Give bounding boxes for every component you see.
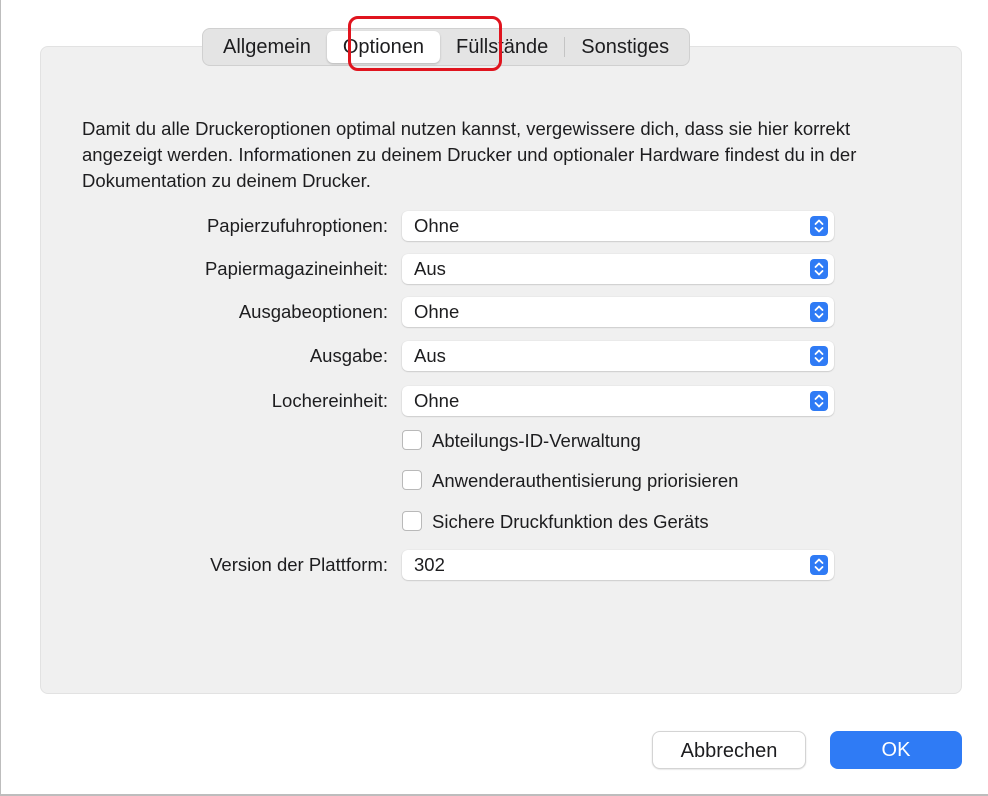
ok-button[interactable]: OK bbox=[830, 731, 962, 769]
platform-version-label: Version der Plattform: bbox=[210, 554, 388, 575]
select-value: Ohne bbox=[414, 390, 460, 411]
up-down-chevron-icon bbox=[810, 555, 828, 575]
tab-allgemein[interactable]: Allgemein bbox=[207, 31, 327, 63]
select-value: Aus bbox=[414, 345, 446, 366]
up-down-chevron-icon bbox=[810, 391, 828, 411]
tab-fuellstaende[interactable]: Füllstände bbox=[440, 31, 564, 63]
paper-cassette-unit-select[interactable]: Aus bbox=[402, 254, 834, 284]
paper-cassette-unit-label: Papiermagazineinheit: bbox=[204, 258, 388, 279]
paper-feed-options-label: Papierzufuhroptionen: bbox=[206, 215, 388, 236]
tab-sonstiges[interactable]: Sonstiges bbox=[565, 31, 685, 63]
output-options-select[interactable]: Ohne bbox=[402, 297, 834, 327]
output-options-label: Ausgabeoptionen: bbox=[238, 301, 388, 322]
user-auth-priority-checkbox[interactable] bbox=[402, 470, 422, 490]
select-value: Ohne bbox=[414, 215, 460, 236]
description-text: Damit du alle Druckeroptionen optimal nu… bbox=[82, 118, 857, 191]
select-value: Aus bbox=[414, 258, 446, 279]
output-label: Ausgabe: bbox=[309, 345, 388, 366]
up-down-chevron-icon bbox=[810, 346, 828, 366]
department-id-checkbox[interactable] bbox=[402, 430, 422, 450]
puncher-unit-select[interactable]: Ohne bbox=[402, 386, 834, 416]
output-select[interactable]: Aus bbox=[402, 341, 834, 371]
select-value: 302 bbox=[414, 554, 445, 575]
up-down-chevron-icon bbox=[810, 259, 828, 279]
checkbox-label: Abteilungs-ID-Verwaltung bbox=[432, 430, 641, 451]
paper-feed-options-select[interactable]: Ohne bbox=[402, 211, 834, 241]
up-down-chevron-icon bbox=[810, 302, 828, 322]
window-edge bbox=[0, 0, 1, 796]
checkbox-label: Sichere Druckfunktion des Geräts bbox=[432, 511, 709, 532]
checkbox-label: Anwenderauthentisierung priorisieren bbox=[432, 470, 739, 491]
select-value: Ohne bbox=[414, 301, 460, 322]
cancel-button[interactable]: Abbrechen bbox=[652, 731, 806, 769]
puncher-unit-label: Lochereinheit: bbox=[271, 390, 388, 411]
secure-print-checkbox[interactable] bbox=[402, 511, 422, 531]
tab-optionen[interactable]: Optionen bbox=[326, 31, 440, 63]
platform-version-select[interactable]: 302 bbox=[402, 550, 834, 580]
up-down-chevron-icon bbox=[810, 216, 828, 236]
tab-bar: Allgemein Optionen Füllstände Sonstiges bbox=[202, 28, 691, 66]
